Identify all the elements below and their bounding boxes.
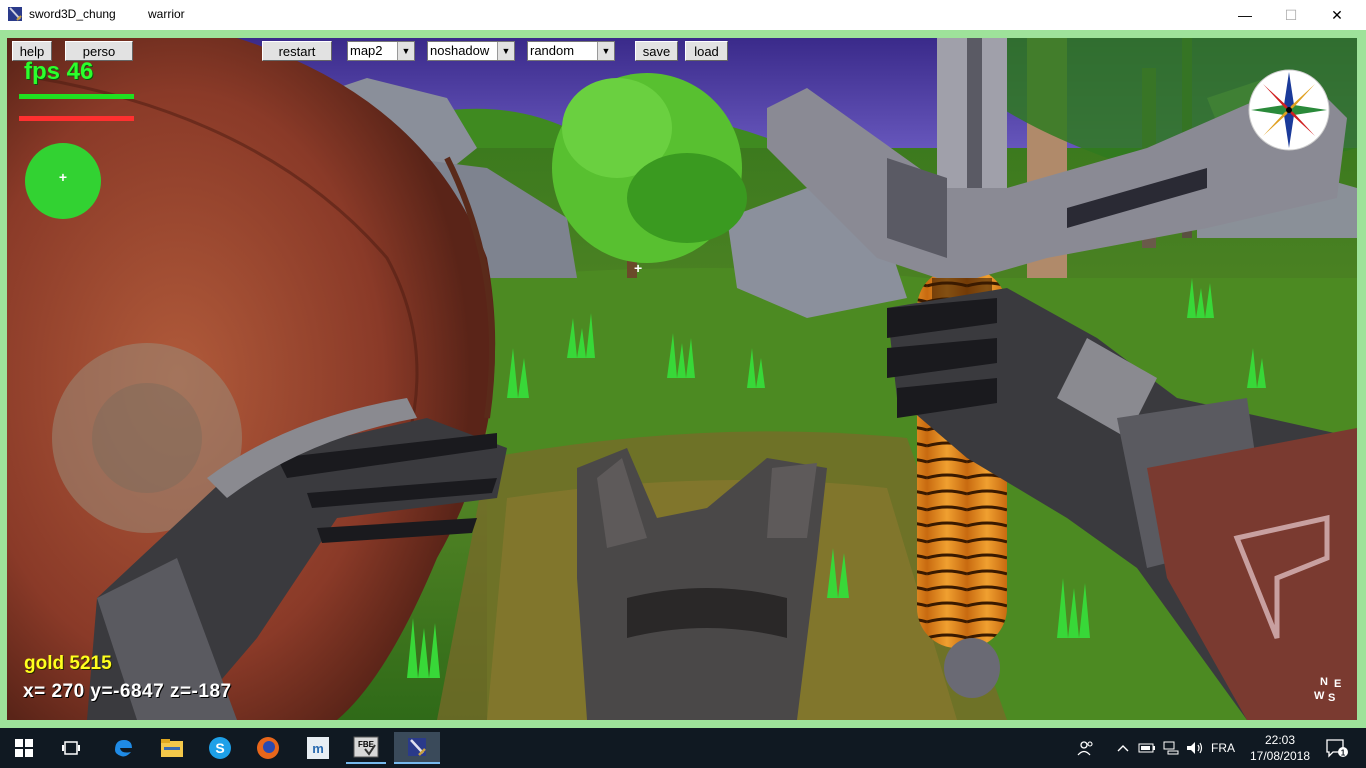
chevron-down-icon: ▼ [597,42,614,60]
network-icon[interactable] [1160,728,1182,768]
battery-icon[interactable] [1136,728,1158,768]
mini-compass-n: N [1320,676,1328,688]
clock-time: 22:03 [1264,733,1296,747]
health-bar [19,94,134,99]
svg-text:S: S [215,740,224,756]
minimize-button[interactable]: — [1222,0,1268,30]
show-hidden-icons-chevron-icon[interactable] [1112,728,1134,768]
load-button[interactable]: load [685,41,728,61]
crosshair-icon: + [634,260,643,276]
mini-compass: N E W S [1312,676,1346,710]
skype-icon[interactable]: S [200,732,240,764]
radar-minimap: + [25,143,101,219]
taskbar-clock[interactable]: 22:03 17/08/2018 [1246,732,1314,764]
clock-date: 17/08/2018 [1249,749,1311,763]
windows-start-icon[interactable] [4,732,44,764]
window-subtitle: warrior [148,7,185,21]
maximize-button[interactable]: ☐ [1268,0,1314,30]
fbe-app-icon[interactable]: FBE [346,732,386,764]
mode-select[interactable]: random ▼ [527,41,615,61]
windows-taskbar: S m FBE FRA 22:03 17/08/2018 1 [0,728,1366,768]
close-button[interactable]: ✕ [1314,0,1360,30]
mini-compass-w: W [1314,690,1325,702]
volume-icon[interactable] [1184,728,1206,768]
stamina-bar [19,116,134,121]
game-viewport[interactable]: help perso restart map2 ▼ noshadow ▼ ran… [7,38,1357,720]
sword-app-icon [8,7,22,21]
gold-counter: gold 5215 [24,653,112,674]
firefox-icon[interactable] [248,732,288,764]
chevron-down-icon: ▼ [397,42,414,60]
map-select[interactable]: map2 ▼ [347,41,415,61]
app-m-icon[interactable]: m [298,732,338,764]
notification-count: 1 [1341,749,1346,758]
file-explorer-icon[interactable] [152,732,192,764]
task-view-icon[interactable] [51,732,91,764]
window-titlebar: sword3D_chung warrior — ☐ ✕ [0,0,1366,30]
sword3d-app-icon[interactable] [394,732,440,764]
fps-counter: fps 46 [24,58,94,85]
mode-select-value: random [530,43,575,58]
shadow-select-value: noshadow [430,43,490,58]
svg-text:m: m [312,741,324,756]
shadow-select[interactable]: noshadow ▼ [427,41,515,61]
people-icon[interactable] [1074,728,1098,768]
game-frame: help perso restart map2 ▼ noshadow ▼ ran… [0,30,1366,726]
action-center-icon[interactable]: 1 [1320,728,1354,768]
compass-rose-icon [1248,69,1330,151]
mini-compass-s: S [1328,692,1336,704]
input-language-indicator[interactable]: FRA [1208,728,1238,768]
game-scene [7,38,1357,720]
player-marker-icon: + [58,169,68,185]
position-readout: x= 270 y=-6847 z=-187 [23,681,232,702]
save-button[interactable]: save [635,41,678,61]
window-title: sword3D_chung [29,7,116,21]
chevron-down-icon: ▼ [497,42,514,60]
mini-compass-e: E [1334,678,1342,690]
edge-icon[interactable] [103,732,143,764]
map-select-value: map2 [350,43,383,58]
restart-button[interactable]: restart [262,41,332,61]
